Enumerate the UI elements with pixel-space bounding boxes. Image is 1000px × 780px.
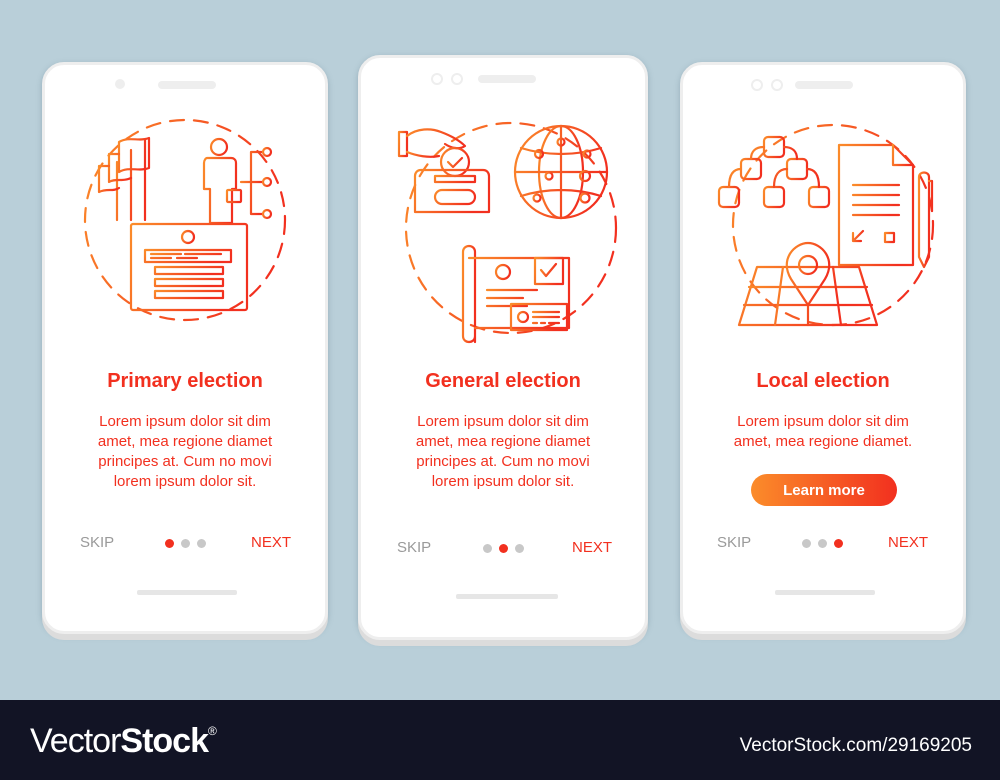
- onboarding-nav: SKIP NEXT: [683, 534, 963, 554]
- page-indicator: [165, 539, 206, 548]
- page-dot[interactable]: [818, 539, 827, 548]
- page-dot[interactable]: [515, 544, 524, 553]
- watermark-footer: VectorStock® VectorStock.com/29169205: [0, 700, 1000, 780]
- next-button[interactable]: NEXT: [572, 539, 612, 556]
- sensor-dot: [451, 73, 463, 85]
- primary-election-illustration: [83, 118, 287, 322]
- id-card-document-icon: [129, 222, 249, 312]
- camera-dot: [115, 79, 125, 89]
- description-line: Lorem ipsum dolor sit dim: [737, 413, 909, 430]
- page-indicator: [802, 539, 843, 548]
- page-dot-active[interactable]: [834, 539, 843, 548]
- skip-button[interactable]: SKIP: [717, 534, 751, 551]
- learn-more-button[interactable]: Learn more: [751, 474, 897, 506]
- screen-description: Lorem ipsum dolor sit dim amet, mea regi…: [361, 412, 645, 492]
- onboarding-screen-local: Local election Lorem ipsum dolor sit dim…: [680, 62, 966, 634]
- general-election-illustration: [397, 121, 618, 344]
- globe-network-icon: [513, 124, 609, 220]
- camera-dot: [431, 73, 443, 85]
- description-line: amet, mea regione diamet.: [733, 433, 913, 450]
- onboarding-screen-primary: Primary election Lorem ipsum dolor sit d…: [42, 62, 328, 634]
- registered-mark: ®: [207, 724, 217, 738]
- next-button[interactable]: NEXT: [888, 534, 928, 551]
- hand-ballot-box-icon: [397, 128, 491, 214]
- flags-icon: [97, 136, 151, 222]
- description-line: lorem ipsum dolor sit.: [113, 473, 257, 490]
- brand-logo: VectorStock®: [30, 722, 217, 761]
- stock-image-id: VectorStock.com/29169205: [739, 735, 972, 756]
- local-election-illustration: [717, 123, 935, 327]
- hierarchy-tree-icon: [717, 135, 831, 209]
- description-line: amet, mea regione diamet: [415, 433, 591, 450]
- sensor-dot: [771, 79, 783, 91]
- description-line: amet, mea regione diamet: [97, 433, 273, 450]
- onboarding-nav: SKIP NEXT: [361, 539, 645, 559]
- speaker-slot: [795, 81, 853, 89]
- page-dot-active[interactable]: [165, 539, 174, 548]
- scroll-document-icon: [461, 244, 581, 344]
- skip-button[interactable]: SKIP: [397, 539, 431, 556]
- screen-description: Lorem ipsum dolor sit dim amet, mea regi…: [683, 412, 963, 452]
- page-indicator: [483, 544, 524, 553]
- screen-description: Lorem ipsum dolor sit dim amet, mea regi…: [45, 412, 325, 492]
- page-dot[interactable]: [483, 544, 492, 553]
- screen-title: General election: [425, 370, 581, 392]
- screen-title: Local election: [756, 370, 890, 392]
- page-dot[interactable]: [197, 539, 206, 548]
- skip-button[interactable]: SKIP: [80, 534, 114, 551]
- page-dot[interactable]: [802, 539, 811, 548]
- onboarding-screen-general: General election Lorem ipsum dolor sit d…: [358, 55, 648, 640]
- next-button[interactable]: NEXT: [251, 534, 291, 551]
- description-line: principes at. Cum no movi: [416, 453, 590, 470]
- screen-title: Primary election: [107, 370, 263, 392]
- page-dot-active[interactable]: [499, 544, 508, 553]
- home-indicator: [456, 594, 558, 599]
- home-indicator: [775, 590, 875, 595]
- description-line: lorem ipsum dolor sit.: [431, 473, 575, 490]
- page-dot[interactable]: [181, 539, 190, 548]
- camera-dot: [751, 79, 763, 91]
- description-line: Lorem ipsum dolor sit dim: [417, 413, 589, 430]
- speaker-slot: [478, 75, 536, 83]
- brand-logo-bold: Stock: [120, 722, 209, 760]
- businessman-icon: [202, 137, 243, 225]
- brand-logo-light: Vector: [30, 722, 121, 760]
- speaker-slot: [158, 81, 216, 89]
- onboarding-nav: SKIP NEXT: [45, 534, 325, 554]
- checklist-document-icon: [837, 143, 915, 267]
- network-branch-icon: [239, 146, 273, 220]
- description-line: principes at. Cum no movi: [98, 453, 272, 470]
- home-indicator: [137, 590, 237, 595]
- description-line: Lorem ipsum dolor sit dim: [99, 413, 271, 430]
- map-pin-icon: [737, 241, 879, 327]
